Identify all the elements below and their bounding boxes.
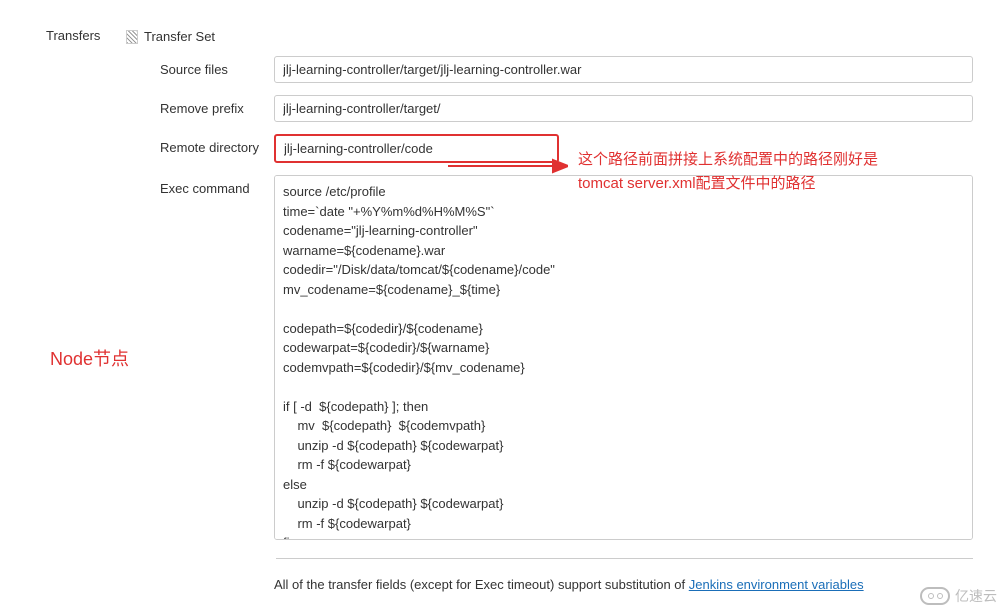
transfer-set-label: Transfer Set: [144, 29, 215, 44]
transfer-set-header: Transfer Set: [126, 29, 215, 44]
watermark-text: 亿速云: [955, 586, 997, 606]
source-files-label: Source files: [160, 56, 274, 77]
remove-prefix-row: Remove prefix: [160, 95, 973, 122]
transfers-section-label: Transfers: [46, 28, 100, 43]
annotation-text: 这个路径前面拼接上系统配置中的路径刚好是tomcat server.xml配置文…: [578, 148, 918, 196]
watermark: 亿速云: [920, 586, 997, 606]
cloud-icon: [920, 587, 950, 605]
form-container: Source files Remove prefix Remote direct…: [160, 56, 973, 552]
drag-handle-icon[interactable]: [126, 30, 138, 44]
footer-text-content: All of the transfer fields (except for E…: [274, 577, 689, 592]
source-files-row: Source files: [160, 56, 973, 83]
remove-prefix-label: Remove prefix: [160, 95, 274, 116]
footer-text: All of the transfer fields (except for E…: [274, 577, 864, 592]
jenkins-env-vars-link[interactable]: Jenkins environment variables: [689, 577, 864, 592]
remove-prefix-input[interactable]: [274, 95, 973, 122]
exec-command-textarea[interactable]: [274, 175, 973, 540]
arrow-icon: [448, 156, 568, 176]
remote-directory-label: Remote directory: [160, 134, 274, 155]
separator: [276, 558, 973, 559]
exec-command-row: Exec command: [160, 175, 973, 540]
exec-command-label: Exec command: [160, 175, 274, 196]
source-files-input[interactable]: [274, 56, 973, 83]
node-annotation-text: Node节点: [50, 345, 129, 371]
